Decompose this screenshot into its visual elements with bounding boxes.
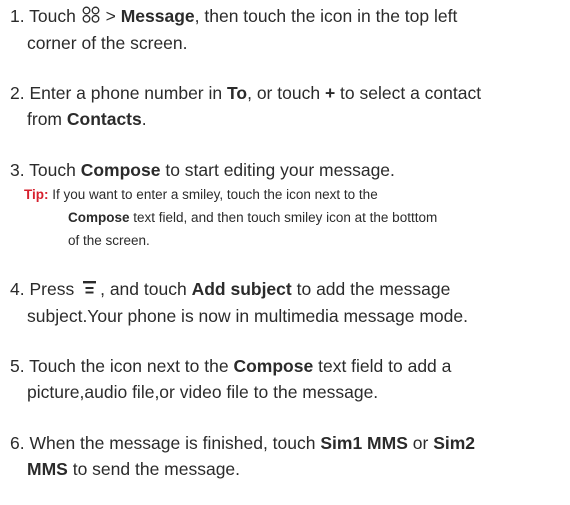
step-2: 2. Enter a phone number in To, or touch … xyxy=(10,83,482,129)
step-number: 1. xyxy=(10,6,25,26)
step-number: 6. xyxy=(10,433,25,453)
step-4: 4. Press , and touch Add subject to add … xyxy=(10,277,468,326)
tip-label: Tip: xyxy=(24,187,49,202)
instruction-list: 1. Touch > Message, then touch the icon … xyxy=(0,0,570,505)
step-number: 2. xyxy=(10,83,25,103)
plus-icon: + xyxy=(324,83,336,103)
apps-grid-icon xyxy=(82,4,100,30)
step-number: 3. xyxy=(10,160,25,180)
tip-note: Tip: If you want to enter a smiley, touc… xyxy=(24,187,438,248)
step-number: 5. xyxy=(10,356,25,376)
menu-icon xyxy=(83,277,97,303)
step-3: 3. Touch Compose to start editing your m… xyxy=(10,160,395,180)
step-6: 6. When the message is finished, touch S… xyxy=(10,433,476,479)
step-5: 5. Touch the icon next to the Compose te… xyxy=(10,356,452,402)
step-number: 4. xyxy=(10,279,25,299)
step-1: 1. Touch > Message, then touch the icon … xyxy=(10,4,458,53)
